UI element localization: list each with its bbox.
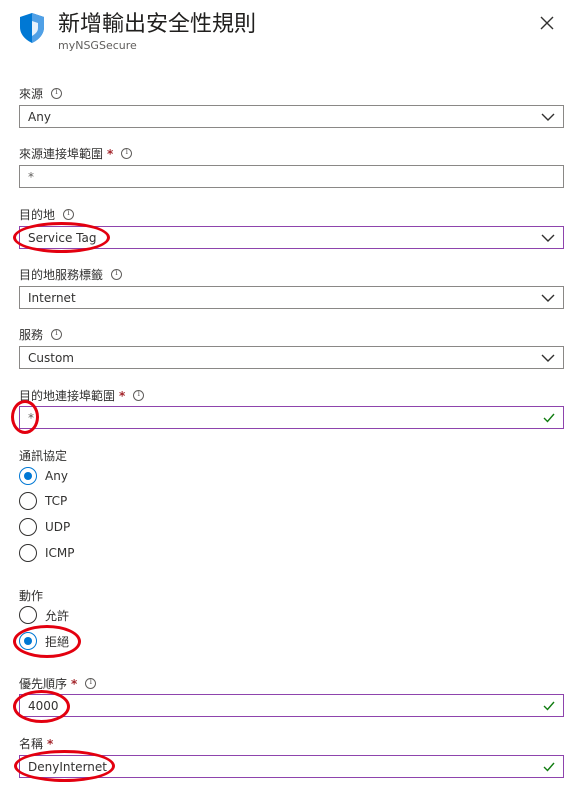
radio-button[interactable] [19, 544, 37, 562]
info-icon[interactable] [111, 268, 123, 280]
info-icon[interactable] [85, 677, 97, 689]
radio-button[interactable] [19, 518, 37, 536]
service-label: 服務 [19, 326, 63, 343]
info-icon[interactable] [51, 328, 63, 340]
priority-input[interactable]: 4000 [19, 694, 564, 717]
radio-button[interactable] [19, 632, 37, 650]
service-dropdown[interactable]: Custom [19, 346, 564, 369]
info-icon[interactable] [133, 389, 145, 401]
protocol-option-tcp[interactable]: TCP [19, 492, 67, 510]
info-icon[interactable] [51, 87, 63, 99]
chevron-down-icon [541, 113, 555, 121]
checkmark-icon [543, 413, 555, 423]
source-port-label: 來源連接埠範圍 * [19, 145, 133, 162]
destination-port-input[interactable]: * [19, 406, 564, 429]
destination-port-label: 目的地連接埠範圍 * [19, 387, 145, 404]
protocol-option-udp[interactable]: UDP [19, 518, 70, 536]
protocol-option-any[interactable]: Any [19, 467, 68, 485]
chevron-down-icon [541, 234, 555, 242]
page-subtitle: myNSGSecure [58, 39, 137, 52]
action-option-allow[interactable]: 允許 [19, 606, 69, 624]
radio-button[interactable] [19, 492, 37, 510]
action-label: 動作 [19, 589, 44, 603]
priority-label: 優先順序 * [19, 675, 97, 692]
protocol-option-icmp[interactable]: ICMP [19, 544, 75, 562]
radio-button[interactable] [19, 467, 37, 485]
chevron-down-icon [541, 354, 555, 362]
info-icon[interactable] [63, 208, 75, 220]
name-label: 名稱 * [19, 736, 54, 752]
checkmark-icon [543, 762, 555, 772]
close-icon[interactable] [538, 14, 556, 32]
source-dropdown[interactable]: Any [19, 105, 564, 128]
action-option-deny[interactable]: 拒絕 [19, 632, 69, 650]
blade-header: 新增輸出安全性規則 myNSGSecure [0, 0, 568, 70]
name-input[interactable]: DenyInternet [19, 755, 564, 778]
checkmark-icon [543, 701, 555, 711]
destination-label: 目的地 [19, 206, 75, 223]
radio-button[interactable] [19, 606, 37, 624]
page-title: 新增輸出安全性規則 [58, 12, 257, 37]
source-label: 來源 [19, 85, 63, 102]
chevron-down-icon [541, 294, 555, 302]
destination-tag-dropdown[interactable]: Internet [19, 286, 564, 309]
destination-dropdown[interactable]: Service Tag [19, 226, 564, 249]
info-icon[interactable] [121, 147, 133, 159]
protocol-label: 通訊協定 [19, 449, 68, 463]
shield-icon [20, 13, 44, 43]
destination-tag-label: 目的地服務標籤 [19, 266, 123, 283]
source-port-input[interactable]: * [19, 165, 564, 188]
